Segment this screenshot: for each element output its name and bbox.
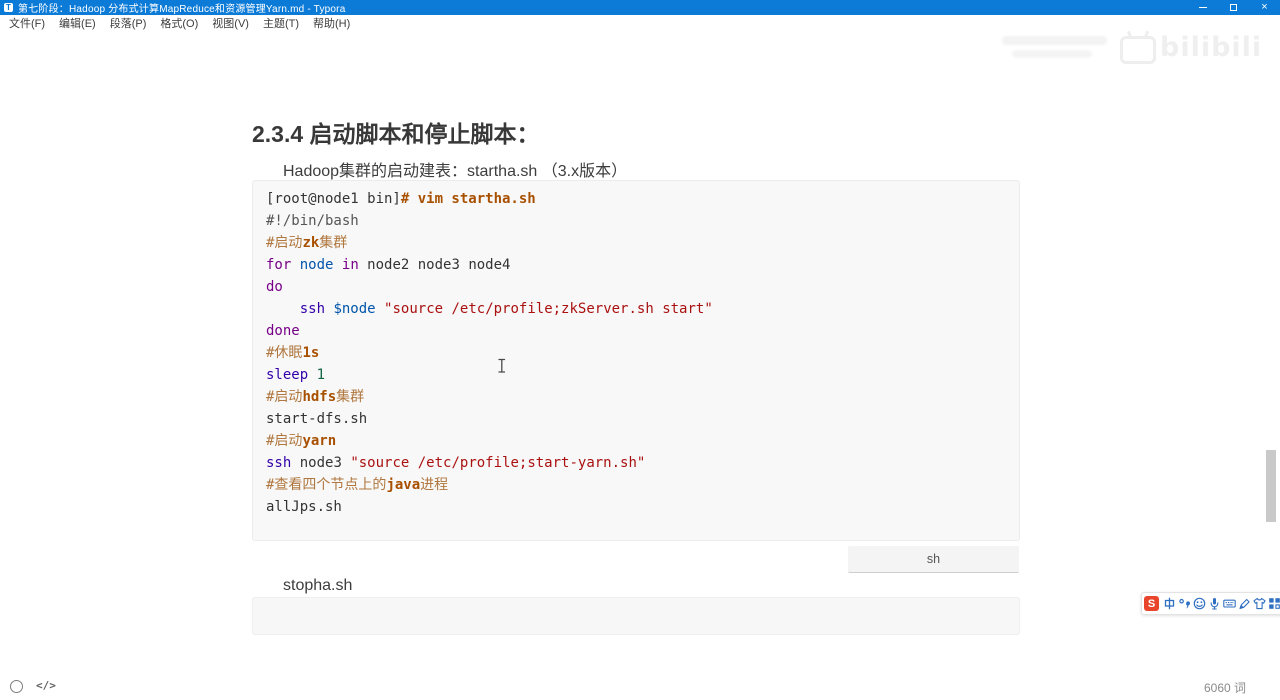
code-line[interactable]: start-dfs.sh <box>266 408 1009 430</box>
punctuation-icon[interactable] <box>1178 597 1192 611</box>
minimize-button[interactable] <box>1187 0 1218 15</box>
sogou-ime-toolbar: S <box>1141 592 1280 615</box>
code-lines: [root@node1 bin]# vim startha.sh #!/bin/b… <box>266 188 1009 518</box>
window-title: 第七阶段：Hadoop 分布式计算MapReduce和资源管理Yarn.md -… <box>18 4 346 15</box>
source-code-mode-icon[interactable]: </> <box>36 679 56 692</box>
menu-item-3[interactable]: 格式(O) <box>153 15 205 31</box>
paragraph-startha-3x[interactable]: Hadoop集群的启动建表：startha.sh （3.x版本） <box>283 157 627 181</box>
emoji-icon[interactable] <box>1193 597 1207 611</box>
sogou-logo-icon[interactable]: S <box>1144 596 1159 611</box>
close-button[interactable]: × <box>1249 0 1280 15</box>
code-block-startha[interactable]: [root@node1 bin]# vim startha.sh #!/bin/b… <box>252 180 1020 541</box>
menu-item-5[interactable]: 主题(T) <box>256 15 306 31</box>
vertical-scrollbar-thumb[interactable] <box>1266 450 1276 522</box>
watermark-blurred-text <box>1012 50 1092 58</box>
menu-bar: 文件(F) 编辑(E) 段落(P) 格式(O) 视图(V) 主题(T) 帮助(H) <box>0 15 1280 30</box>
restore-button[interactable] <box>1218 0 1249 15</box>
code-line[interactable]: done <box>266 320 1009 342</box>
section-heading[interactable]: 2.3.4 启动脚本和停止脚本： <box>252 115 540 149</box>
code-block-empty[interactable] <box>252 597 1020 635</box>
bilibili-watermark: bilibili <box>1002 30 1274 66</box>
code-line[interactable]: #查看四个节点上的java进程 <box>266 474 1009 496</box>
word-count[interactable]: 6060 词 <box>1204 679 1246 696</box>
window-controls: × <box>1187 0 1280 15</box>
code-line[interactable]: do <box>266 276 1009 298</box>
outline-circle-icon[interactable] <box>10 680 23 693</box>
menu-item-0[interactable]: 文件(F) <box>2 15 52 31</box>
code-line[interactable]: [root@node1 bin]# vim startha.sh <box>266 188 1009 210</box>
menu-item-2[interactable]: 段落(P) <box>103 15 154 31</box>
close-icon: × <box>1261 1 1268 13</box>
code-language-badge[interactable]: sh <box>848 546 1019 573</box>
menu-item-1[interactable]: 编辑(E) <box>52 15 103 31</box>
typora-app-icon: T <box>4 3 13 12</box>
code-line[interactable]: #启动zk集群 <box>266 232 1009 254</box>
code-line[interactable]: #休眠1s <box>266 342 1009 364</box>
code-line[interactable]: ssh node3 "source /etc/profile;start-yar… <box>266 452 1009 474</box>
handwriting-icon[interactable] <box>1238 597 1252 611</box>
code-line[interactable]: #启动yarn <box>266 430 1009 452</box>
code-line[interactable]: #启动hdfs集群 <box>266 386 1009 408</box>
chinese-english-toggle-icon[interactable] <box>1163 597 1177 611</box>
code-line[interactable]: ssh $node "source /etc/profile;zkServer.… <box>266 298 1009 320</box>
watermark-logo-text: bilibili <box>1160 32 1263 63</box>
title-bar: T 第七阶段：Hadoop 分布式计算MapReduce和资源管理Yarn.md… <box>0 0 1280 15</box>
restore-icon <box>1230 4 1237 11</box>
code-line[interactable]: #!/bin/bash <box>266 210 1009 232</box>
skin-icon[interactable] <box>1253 597 1267 611</box>
minimize-icon <box>1198 7 1207 8</box>
bilibili-tv-icon <box>1120 36 1156 64</box>
code-line[interactable]: sleep 1 <box>266 364 1009 386</box>
watermark-blurred-text <box>1002 36 1107 45</box>
soft-keyboard-icon[interactable] <box>1223 597 1237 611</box>
voice-input-icon[interactable] <box>1208 597 1222 611</box>
text-cursor-ibeam <box>498 358 506 373</box>
toolbox-icon[interactable] <box>1268 597 1280 611</box>
typora-window: T 第七阶段：Hadoop 分布式计算MapReduce和资源管理Yarn.md… <box>0 0 1280 700</box>
paragraph-stopha[interactable]: stopha.sh <box>283 577 352 595</box>
code-line[interactable]: for node in node2 node3 node4 <box>266 254 1009 276</box>
menu-item-4[interactable]: 视图(V) <box>205 15 256 31</box>
code-line[interactable]: allJps.sh <box>266 496 1009 518</box>
menu-item-6[interactable]: 帮助(H) <box>306 15 357 31</box>
